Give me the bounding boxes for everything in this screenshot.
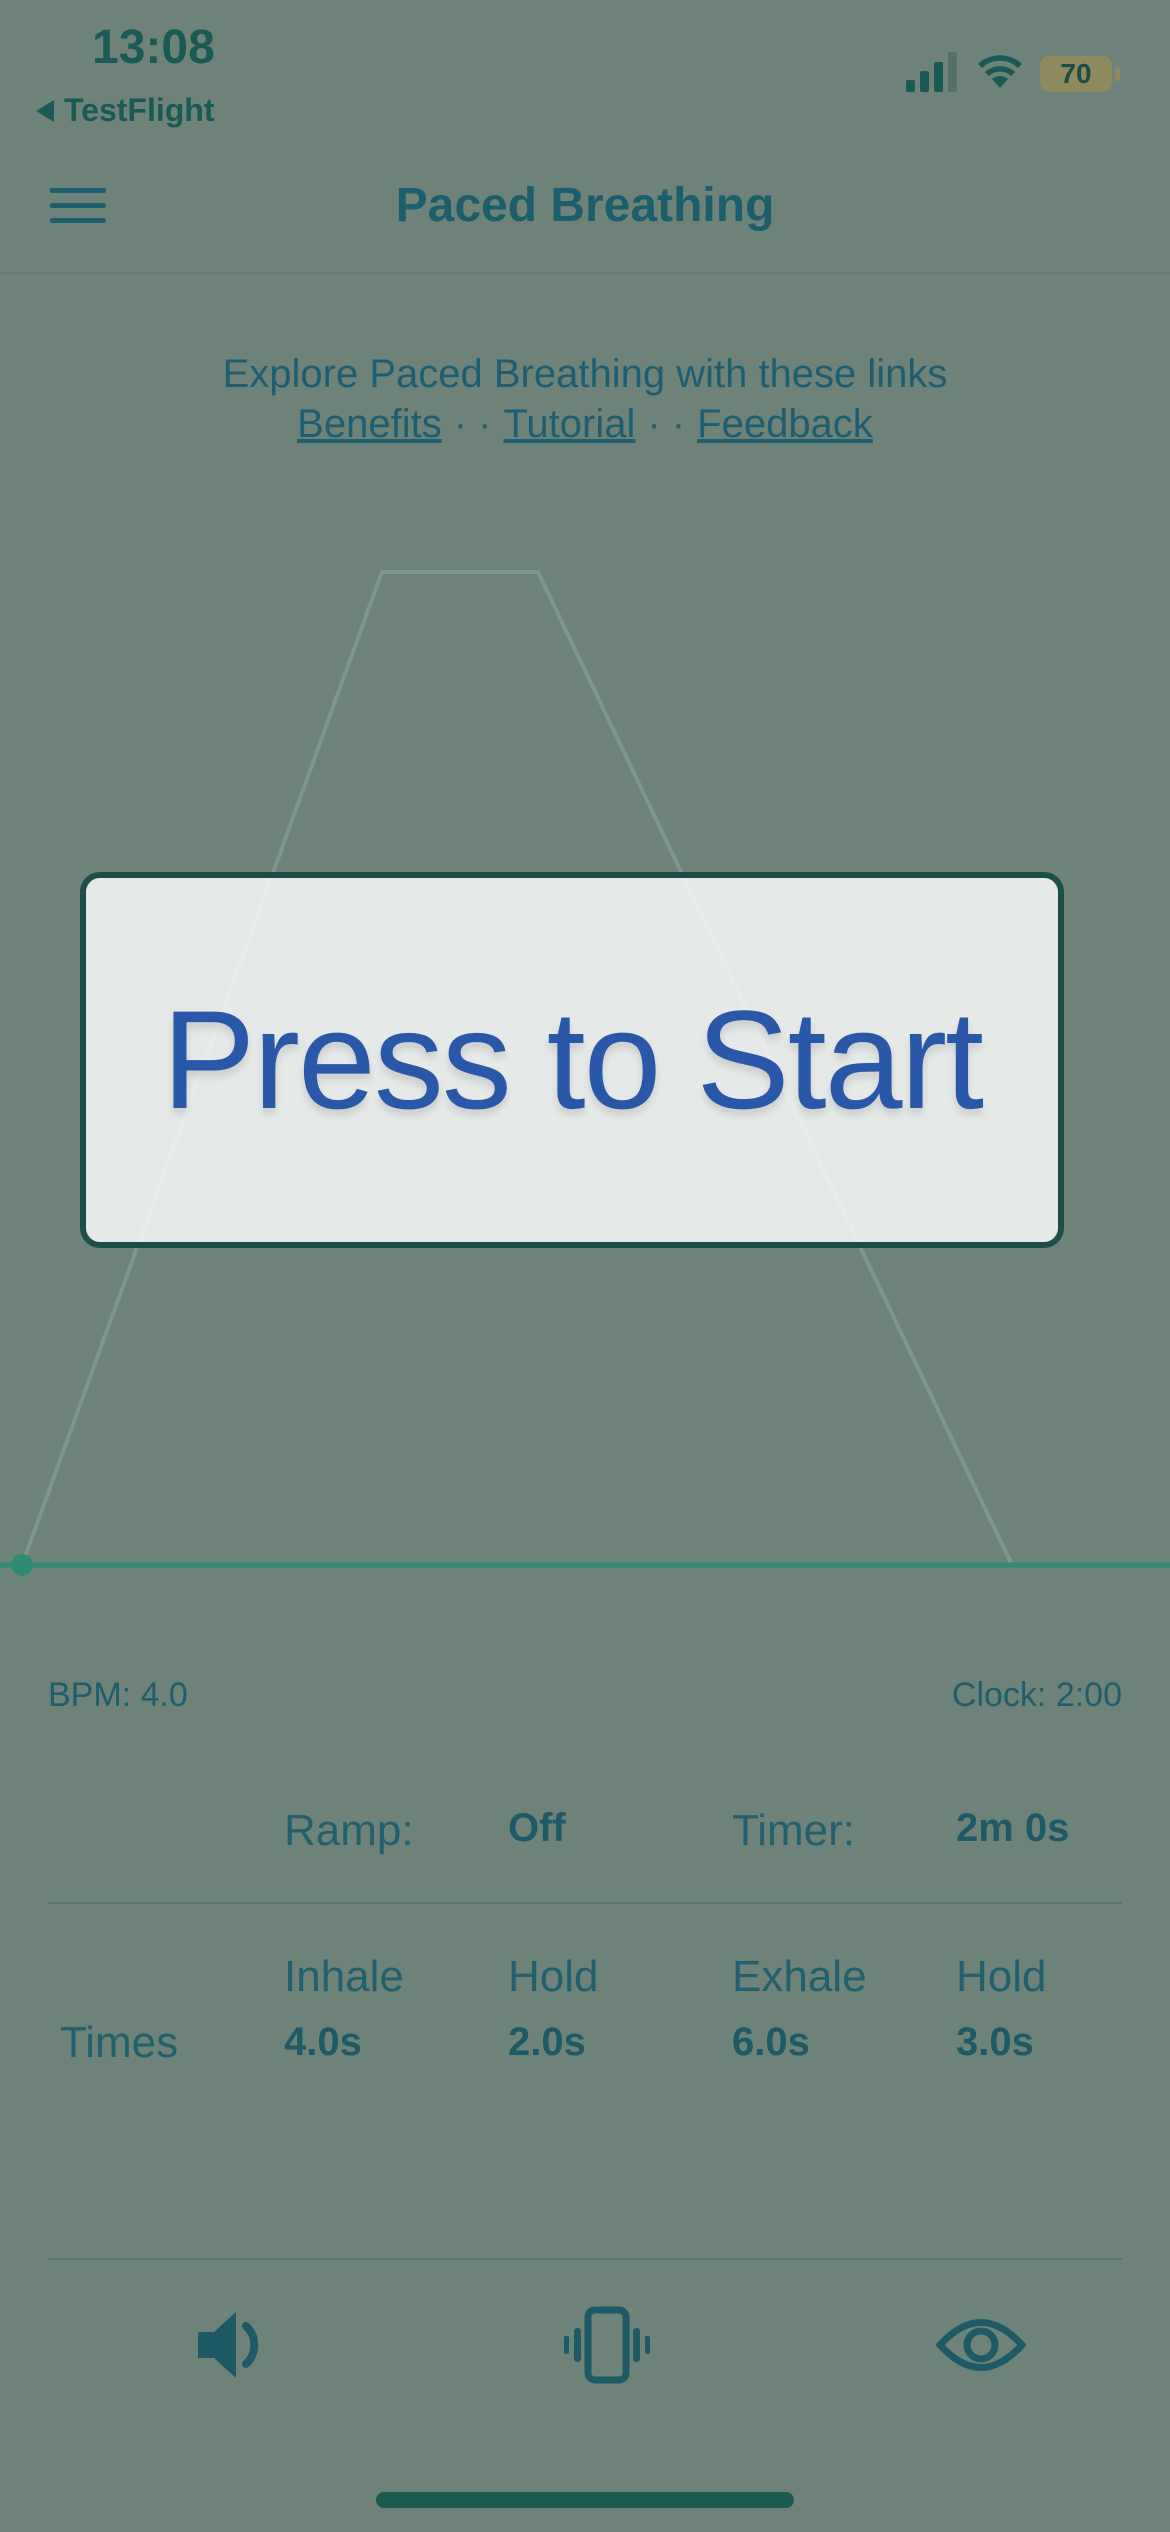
start-button-label: Press to Start (161, 981, 984, 1138)
inhale-label: Inhale (284, 1952, 404, 2001)
timer-label: Timer: (732, 1806, 856, 1855)
home-indicator (376, 2492, 794, 2508)
status-time: 13:08 (92, 21, 215, 74)
back-app-label: TestFlight (64, 92, 215, 128)
ramp-value[interactable]: Off (508, 1806, 566, 1851)
eye-icon[interactable] (936, 2300, 1026, 2390)
timer-value[interactable]: 2m 0s (956, 1806, 1069, 1851)
nav-divider (0, 272, 1170, 274)
battery-level: 70 (1060, 58, 1092, 89)
breath-position-marker (11, 1554, 33, 1576)
battery-icon: 70 (1040, 56, 1120, 92)
inhale-value[interactable]: 4.0s (284, 2020, 362, 2065)
exhale-value[interactable]: 6.0s (732, 2020, 810, 2065)
hold-in-label: Hold (508, 1952, 599, 2001)
explore-text: Explore Paced Breathing with these links (222, 352, 948, 396)
times-label: Times (60, 2018, 179, 2067)
tutorial-link[interactable]: Tutorial (503, 402, 635, 446)
hold-out-label: Hold (956, 1952, 1047, 2001)
signal-icon (906, 52, 957, 92)
page-title: Paced Breathing (395, 179, 775, 232)
ramp-label: Ramp: (284, 1806, 414, 1855)
speaker-icon[interactable] (190, 2300, 280, 2390)
back-to-testflight[interactable]: TestFlight (36, 92, 215, 129)
exhale-label: Exhale (732, 1952, 867, 2001)
link-separator: · · (453, 402, 492, 446)
benefits-link[interactable]: Benefits (297, 402, 442, 446)
back-arrow-icon (36, 99, 54, 122)
link-separator: · · (647, 402, 686, 446)
feedback-link[interactable]: Feedback (697, 402, 873, 446)
bpm-readout: BPM: 4.0 (48, 1676, 188, 1714)
wifi-icon (978, 55, 1022, 88)
toolbar-divider (48, 2258, 1122, 2260)
hold-out-value[interactable]: 3.0s (956, 2020, 1034, 2065)
clock-readout: Clock: 2:00 (951, 1676, 1122, 1714)
press-to-start-button[interactable]: Press to Start (80, 872, 1064, 1248)
explore-links: Benefits · · Tutorial · · Feedback (0, 402, 1170, 447)
hold-in-value[interactable]: 2.0s (508, 2020, 586, 2065)
settings-divider (48, 1902, 1122, 1904)
vibrate-icon[interactable] (562, 2300, 652, 2390)
